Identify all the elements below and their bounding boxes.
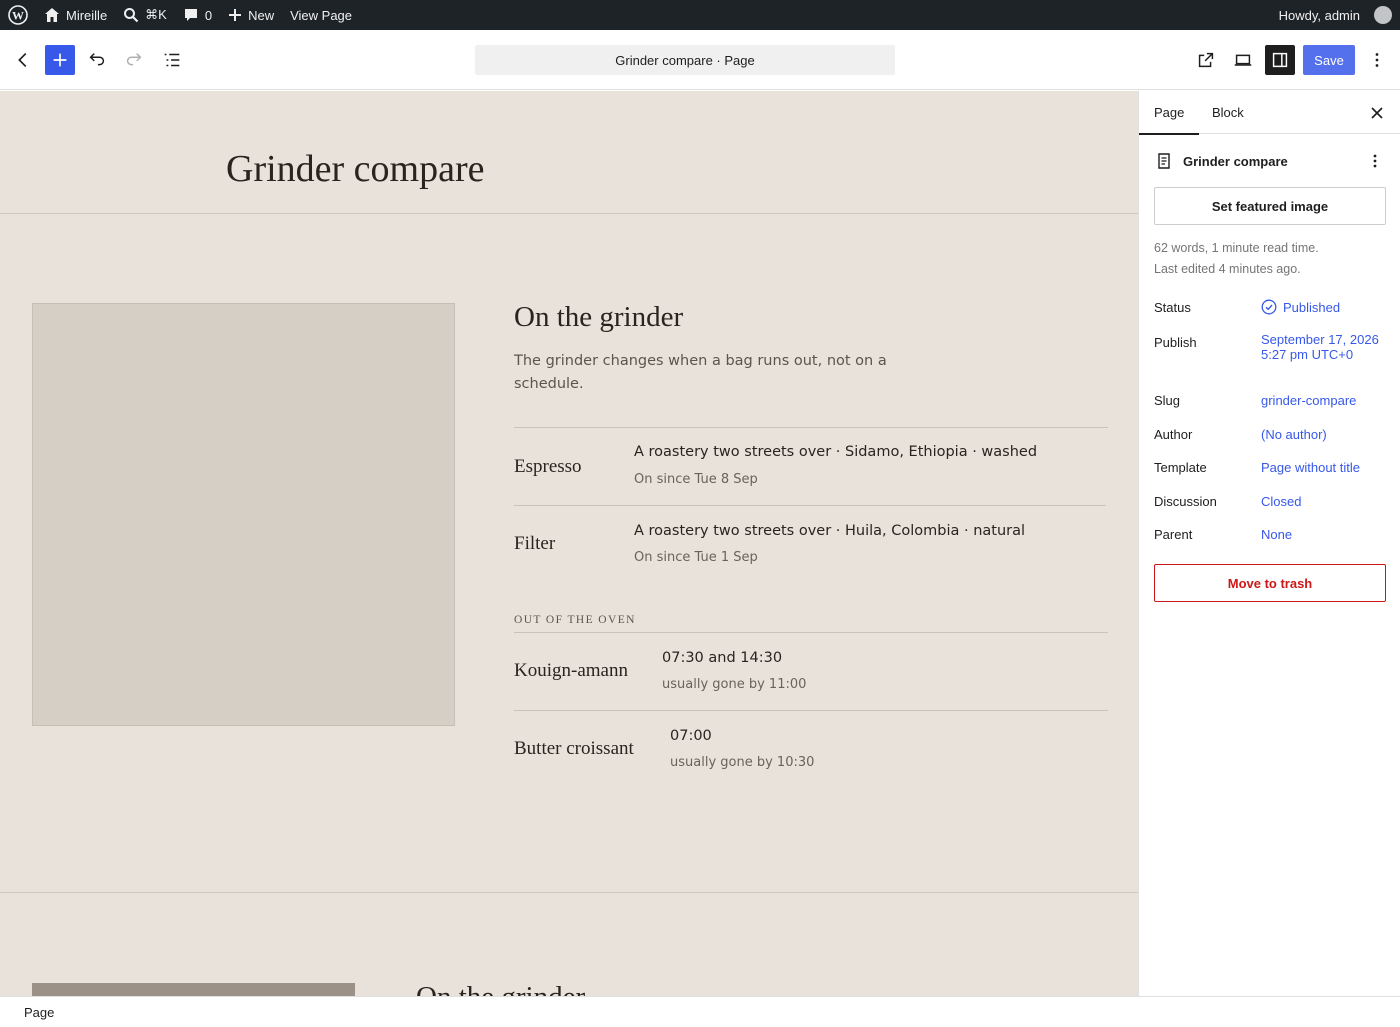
settings-sidebar: Page Block Grinder compare Set featured … (1138, 91, 1400, 996)
table-row-time[interactable]: 07:00 (670, 728, 712, 744)
undo-button[interactable] (82, 45, 112, 75)
move-to-trash-button[interactable]: Move to trash (1154, 564, 1386, 602)
word-count: 62 words, 1 minute read time. (1154, 241, 1319, 255)
document-name: Grinder compare (1183, 153, 1288, 169)
table-row-since[interactable]: On since Tue 1 Sep (634, 550, 758, 565)
image-placeholder[interactable] (32, 983, 355, 996)
desktop-icon (1234, 54, 1252, 66)
sidebar-tabs: Page Block (1139, 91, 1400, 135)
status-text: Published (1283, 299, 1341, 315)
search-icon (124, 8, 139, 23)
plus-icon (53, 53, 67, 67)
section-intro[interactable]: The grinder changes when a bag runs out,… (514, 350, 894, 396)
new-content-link[interactable]: New (220, 0, 282, 30)
table-row-name[interactable]: Filter (514, 533, 555, 555)
comments-link[interactable]: 0 (175, 0, 220, 30)
close-icon[interactable] (1367, 103, 1387, 123)
editor-header: Grinder compare · Page Save (0, 30, 1400, 90)
avatar (1374, 6, 1392, 24)
table-row-time[interactable]: 07:30 and 14:30 (662, 650, 782, 666)
slug-label: Slug (1154, 393, 1181, 408)
table-row-since[interactable]: On since Tue 8 Sep (634, 472, 758, 487)
list-view-icon (164, 53, 180, 67)
row-divider (514, 632, 1108, 633)
view-page-label: View Page (290, 7, 353, 23)
document-overview-button[interactable] (157, 45, 187, 75)
sidebar-icon (1272, 52, 1288, 68)
status-label: Status (1154, 300, 1191, 315)
parent-label: Parent (1154, 527, 1193, 542)
external-link-icon (1198, 52, 1214, 68)
undo-icon (89, 53, 105, 66)
home-icon (45, 8, 59, 22)
table-row-detail[interactable]: A roastery two streets over · Huila, Col… (634, 523, 1025, 539)
options-menu-button[interactable] (1362, 45, 1392, 75)
section-heading[interactable]: On the grinder (514, 301, 683, 334)
template-value[interactable]: Page without title (1261, 460, 1381, 475)
view-page-link[interactable]: View Page (282, 0, 360, 30)
back-button[interactable] (8, 45, 38, 75)
command-palette-button[interactable]: ⌘K (115, 0, 175, 30)
wordpress-logo-icon[interactable]: W (0, 0, 36, 30)
published-check-icon (1261, 299, 1277, 315)
set-featured-image-button[interactable]: Set featured image (1154, 187, 1386, 225)
new-label: New (248, 7, 275, 23)
plus-icon (229, 9, 242, 21)
document-title: Grinder compare · Page (615, 52, 755, 68)
oven-label[interactable]: OUT OF THE OVEN (514, 614, 636, 626)
discussion-label: Discussion (1154, 494, 1217, 509)
publish-label: Publish (1154, 335, 1197, 350)
slug-value[interactable]: grinder-compare (1261, 393, 1381, 408)
table-row-name[interactable]: Espresso (514, 456, 582, 478)
template-label: Template (1154, 460, 1207, 475)
parent-value[interactable]: None (1261, 527, 1381, 542)
document-title-bar[interactable]: Grinder compare · Page (475, 45, 895, 75)
status-value[interactable]: Published (1261, 299, 1381, 315)
block-inserter-button[interactable] (45, 45, 75, 75)
publish-date[interactable]: September 17, 2026 5:27 pm UTC+0 (1261, 332, 1381, 362)
author-label: Author (1154, 427, 1193, 442)
author-value[interactable]: (No author) (1261, 427, 1381, 442)
comment-icon (184, 9, 197, 21)
comments-count: 0 (204, 7, 213, 23)
settings-sidebar-toggle[interactable] (1265, 45, 1295, 75)
site-name: Mireille (66, 7, 108, 23)
row-divider (514, 710, 1108, 711)
save-button[interactable]: Save (1303, 45, 1355, 75)
page-title[interactable]: Grinder compare (226, 147, 485, 191)
site-name-link[interactable]: Mireille (36, 0, 115, 30)
document-card: Grinder compare (1155, 149, 1387, 173)
table-row-note[interactable]: usually gone by 11:00 (662, 677, 806, 692)
redo-icon (126, 53, 142, 66)
more-vertical-icon (1375, 53, 1379, 67)
discussion-value[interactable]: Closed (1261, 494, 1381, 509)
block-breadcrumb: Page (0, 996, 1400, 1027)
table-row-detail[interactable]: A roastery two streets over · Sidamo, Et… (634, 444, 1037, 460)
tab-block[interactable]: Block (1197, 91, 1259, 134)
image-placeholder[interactable] (32, 303, 455, 726)
greeting: Howdy, admin (1278, 7, 1360, 23)
redo-button[interactable] (119, 45, 149, 75)
table-row-name[interactable]: Butter croissant (514, 738, 634, 760)
account-menu[interactable]: Howdy, admin (1271, 0, 1400, 30)
breadcrumb-page[interactable]: Page (24, 1005, 54, 1020)
search-shortcut: ⌘K (145, 7, 167, 22)
last-edited: Last edited 4 minutes ago. (1154, 262, 1301, 276)
divider (0, 892, 1138, 893)
admin-bar: W Mireille ⌘K 0 New View Page Howdy, adm… (0, 0, 1400, 30)
table-row-note[interactable]: usually gone by 10:30 (670, 755, 814, 770)
editor-canvas[interactable]: Grinder compare On the grinder The grind… (0, 91, 1138, 996)
view-page-button[interactable] (1191, 45, 1221, 75)
chevron-left-icon (18, 52, 27, 68)
row-divider (514, 427, 1108, 428)
divider (0, 213, 1138, 214)
more-vertical-icon[interactable] (1365, 151, 1385, 171)
table-row-name[interactable]: Kouign-amann (514, 660, 628, 682)
tab-page[interactable]: Page (1139, 91, 1200, 135)
page-icon (1158, 153, 1170, 169)
row-divider (514, 505, 1106, 506)
svg-text:W: W (12, 9, 24, 23)
preview-device-button[interactable] (1228, 45, 1258, 75)
section-heading-repeat[interactable]: On the grinder (416, 981, 585, 996)
